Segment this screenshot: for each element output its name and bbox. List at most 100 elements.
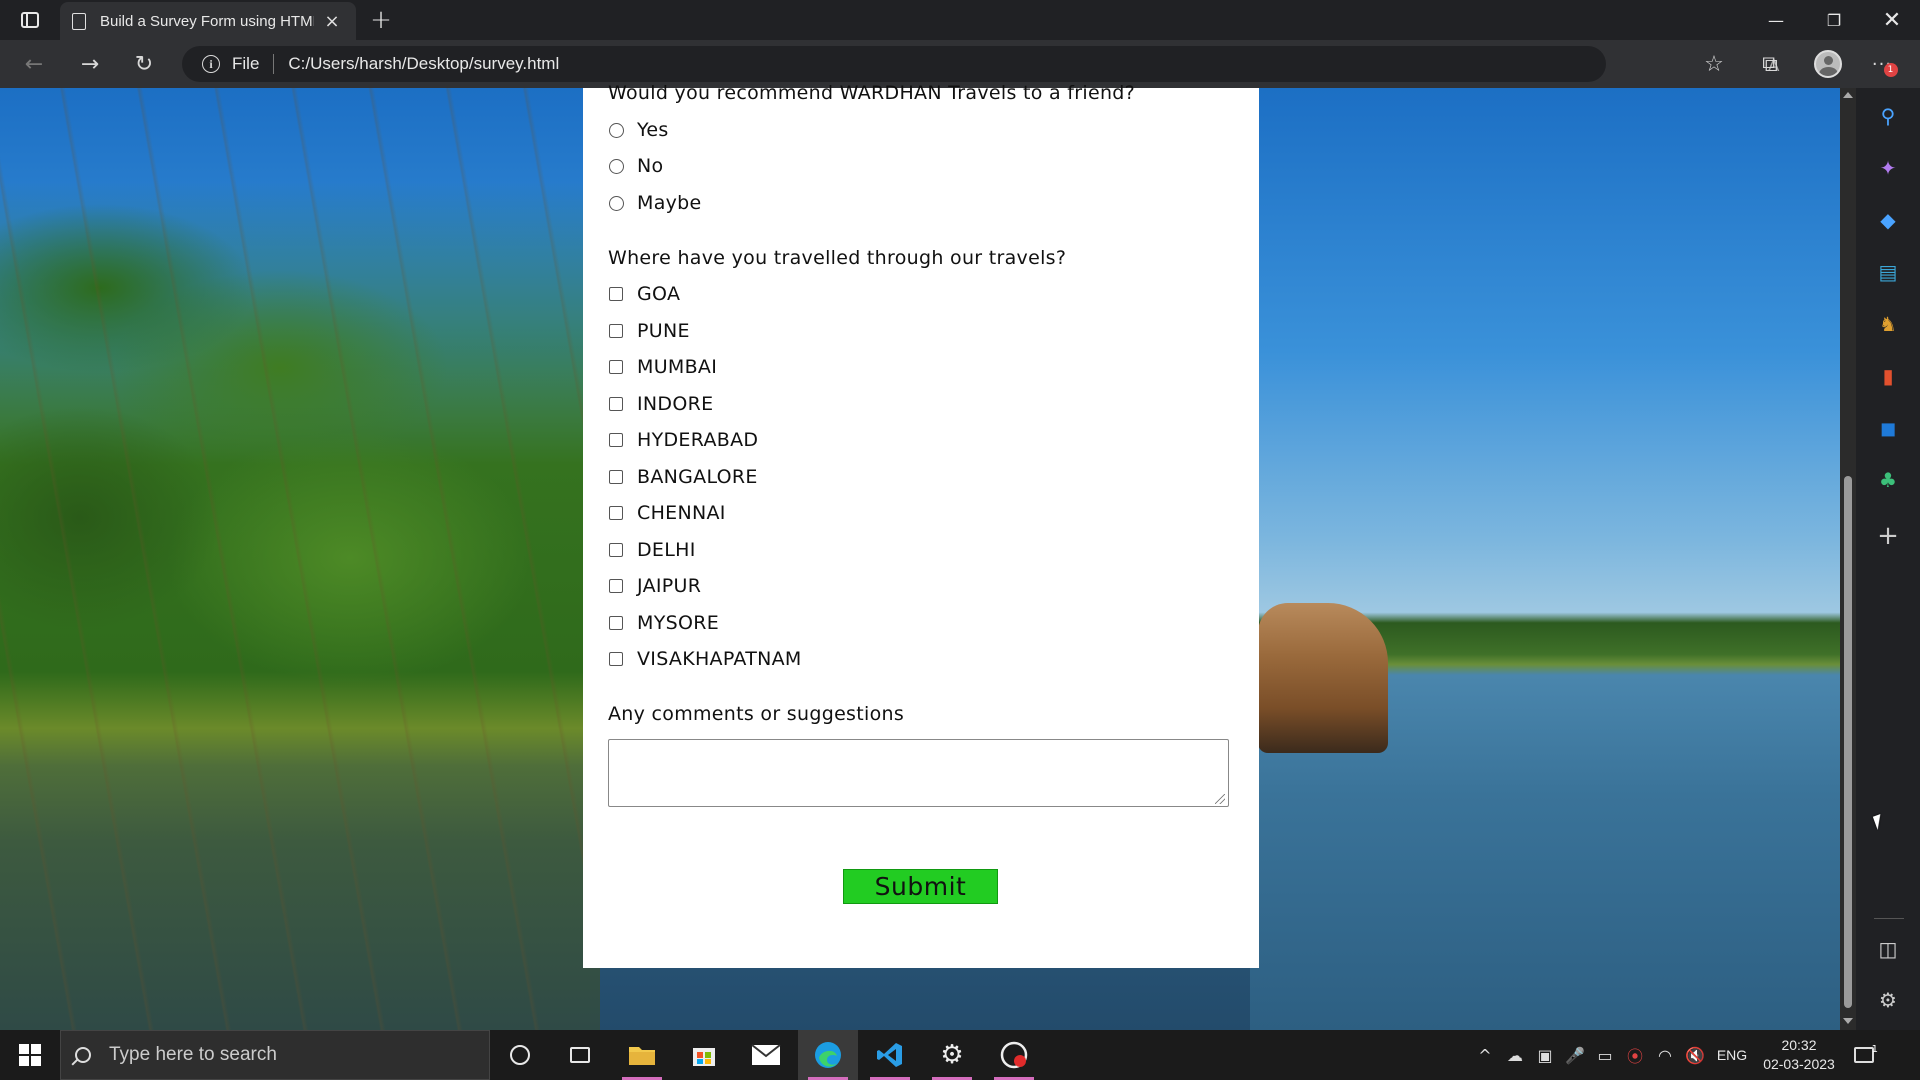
scroll-down-arrow[interactable] <box>1843 1018 1853 1024</box>
task-view-button[interactable] <box>550 1030 610 1080</box>
microsoft-store-button[interactable] <box>674 1030 734 1080</box>
show-hidden-icons-icon[interactable]: ^ <box>1470 1046 1500 1065</box>
minimize-button[interactable]: — <box>1748 0 1804 40</box>
checkbox-label[interactable]: BANGALORE <box>637 466 758 488</box>
start-button[interactable] <box>0 1030 60 1080</box>
checkbox-label[interactable]: JAIPUR <box>637 575 701 597</box>
info-icon[interactable]: i <box>202 55 220 73</box>
action-center-button[interactable]: 1 <box>1844 1044 1884 1063</box>
microphone-icon[interactable]: 🎤 <box>1560 1046 1590 1065</box>
radio-label[interactable]: No <box>637 155 663 177</box>
settings-icon[interactable]: ⚙ <box>1870 982 1906 1018</box>
battery-icon[interactable]: ▭ <box>1590 1046 1620 1065</box>
volume-muted-icon[interactable]: 🔇 <box>1680 1046 1710 1065</box>
radio-label[interactable]: Yes <box>637 119 669 141</box>
checkbox[interactable] <box>609 506 623 520</box>
radio-button[interactable] <box>609 195 624 211</box>
office-icon[interactable]: ▮ <box>1870 358 1906 394</box>
new-tab-button[interactable]: + <box>366 5 396 35</box>
wifi-icon[interactable]: ◠ <box>1650 1046 1680 1065</box>
checkbox-label[interactable]: DELHI <box>637 539 696 561</box>
search-icon[interactable]: ⚲ <box>1870 98 1906 134</box>
radio-button[interactable] <box>609 122 624 138</box>
edge-button[interactable] <box>798 1030 858 1080</box>
checkbox-label[interactable]: MUMBAI <box>637 356 717 378</box>
checkbox[interactable] <box>609 652 623 666</box>
radio-option-no[interactable]: No <box>609 154 663 178</box>
checkbox[interactable] <box>609 360 623 374</box>
checkbox-label[interactable]: CHENNAI <box>637 502 726 524</box>
games-icon[interactable]: ♞ <box>1870 306 1906 342</box>
checkbox-option-goa[interactable]: GOA <box>609 282 680 306</box>
url-text[interactable]: C:/Users/harsh/Desktop/survey.html <box>288 54 559 74</box>
vs-code-button[interactable] <box>860 1030 920 1080</box>
checkbox[interactable] <box>609 470 623 484</box>
checkbox-label[interactable]: PUNE <box>637 320 690 342</box>
mail-button[interactable] <box>736 1030 796 1080</box>
checkbox[interactable] <box>609 397 623 411</box>
checkbox-label[interactable]: HYDERABAD <box>637 429 758 451</box>
page-scrollbar[interactable] <box>1840 88 1856 1030</box>
checkbox-option-mysore[interactable]: MYSORE <box>609 611 719 635</box>
checkbox-option-bangalore[interactable]: BANGALORE <box>609 465 758 489</box>
resize-handle[interactable] <box>1215 794 1225 804</box>
scroll-up-arrow[interactable] <box>1843 92 1853 98</box>
checkbox[interactable] <box>609 324 623 338</box>
radio-option-maybe[interactable]: Maybe <box>609 191 702 215</box>
checkbox-option-indore[interactable]: INDORE <box>609 392 713 416</box>
forward-button[interactable]: → <box>72 47 108 81</box>
radio-label[interactable]: Maybe <box>637 192 702 214</box>
taskbar-search[interactable]: Type here to search <box>60 1030 490 1080</box>
radio-option-yes[interactable]: Yes <box>609 118 669 142</box>
checkbox[interactable] <box>609 433 623 447</box>
checkbox-option-chennai[interactable]: CHENNAI <box>609 501 726 525</box>
tab-survey-form[interactable]: Build a Survey Form using HTML × <box>60 2 356 40</box>
tab-close-icon[interactable]: × <box>322 11 342 32</box>
file-explorer-button[interactable] <box>612 1030 672 1080</box>
cortana-button[interactable] <box>490 1030 550 1080</box>
checkbox[interactable] <box>609 616 623 630</box>
checkbox-label[interactable]: INDORE <box>637 393 713 415</box>
checkbox-label[interactable]: GOA <box>637 283 680 305</box>
clock[interactable]: 20:32 02-03-2023 <box>1754 1036 1844 1074</box>
checkbox[interactable] <box>609 287 623 301</box>
reload-button[interactable]: ↻ <box>126 47 162 81</box>
submit-button[interactable]: Submit <box>843 869 998 904</box>
checkbox-label[interactable]: MYSORE <box>637 612 719 634</box>
checkbox[interactable] <box>609 543 623 557</box>
radio-button[interactable] <box>609 158 624 174</box>
scheme-label[interactable]: File <box>232 54 259 74</box>
checkbox-option-delhi[interactable]: DELHI <box>609 538 696 562</box>
recorder-button[interactable] <box>984 1030 1044 1080</box>
language-indicator[interactable]: ENG <box>1710 1047 1754 1063</box>
back-button[interactable]: ← <box>16 47 52 81</box>
toolbox-icon[interactable]: ▤ <box>1870 254 1906 290</box>
maximize-button[interactable]: ❐ <box>1806 0 1862 40</box>
settings-button[interactable]: ⚙ <box>922 1030 982 1080</box>
favorites-button[interactable]: ☆ <box>1696 47 1732 81</box>
outlook-icon[interactable]: ◼ <box>1870 410 1906 446</box>
checkbox-option-pune[interactable]: PUNE <box>609 319 690 343</box>
more-menu-button[interactable]: ··· 1 <box>1864 47 1900 81</box>
tag-icon[interactable]: ◆ <box>1870 202 1906 238</box>
tree-icon[interactable]: ♣ <box>1870 462 1906 498</box>
profile-button[interactable] <box>1810 47 1846 81</box>
checkbox-option-visakhapatnam[interactable]: VISAKHAPATNAM <box>609 647 802 671</box>
add-icon[interactable]: + <box>1870 518 1906 554</box>
checkbox[interactable] <box>609 579 623 593</box>
search-placeholder[interactable]: Type here to search <box>109 1044 277 1066</box>
cloud-icon[interactable]: ☁ <box>1500 1046 1530 1065</box>
sparkle-icon[interactable]: ✦ <box>1870 150 1906 186</box>
checkbox-option-mumbai[interactable]: MUMBAI <box>609 355 717 379</box>
screen-record-icon[interactable]: ⦿ <box>1620 1043 1650 1067</box>
split-screen-icon[interactable]: ◫ <box>1870 931 1906 967</box>
close-window-button[interactable]: ✕ <box>1864 0 1920 40</box>
camera-icon[interactable]: ▣ <box>1530 1046 1560 1065</box>
checkbox-label[interactable]: VISAKHAPATNAM <box>637 648 802 670</box>
address-bar[interactable]: i File C:/Users/harsh/Desktop/survey.htm… <box>182 46 1840 82</box>
checkbox-option-jaipur[interactable]: JAIPUR <box>609 574 701 598</box>
tab-actions-button[interactable] <box>12 6 48 34</box>
scroll-thumb[interactable] <box>1844 476 1852 1008</box>
checkbox-option-hyderabad[interactable]: HYDERABAD <box>609 428 758 452</box>
collections-button[interactable]: ⧉ <box>1752 47 1788 81</box>
